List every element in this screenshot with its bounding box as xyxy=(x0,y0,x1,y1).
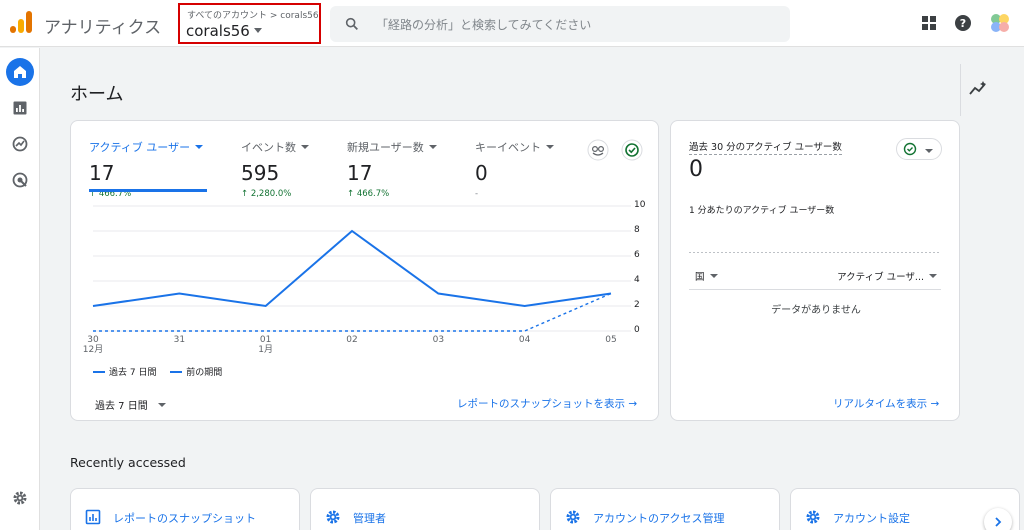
caret-down-icon xyxy=(253,28,262,33)
help-icon[interactable]: ? xyxy=(954,14,972,32)
overview-card: アクティブ ユーザー 17 ↑ 466.7% イベント数 595 ↑ 2,280… xyxy=(70,120,659,421)
date-range-dropdown[interactable]: 過去 7 日間 xyxy=(95,397,166,412)
bar-chart-icon xyxy=(13,101,27,115)
svg-text:?: ? xyxy=(960,17,966,30)
y-tick-label: 10 xyxy=(634,200,646,210)
explore-icon xyxy=(12,136,28,152)
apps-grid-icon[interactable] xyxy=(920,14,938,32)
x-tick-label: 31 xyxy=(173,335,186,345)
nav-home-button[interactable] xyxy=(6,58,34,86)
empty-state: データがありません xyxy=(771,305,861,316)
y-tick-label: 6 xyxy=(634,250,640,260)
x-tick-label: 02 xyxy=(346,335,358,345)
bar-chart-icon xyxy=(85,509,101,525)
gear-icon xyxy=(326,510,340,524)
line-chart xyxy=(92,205,631,332)
recent-item[interactable]: レポートのスナップショット xyxy=(70,488,300,530)
legend-swatch-solid xyxy=(93,371,105,373)
column-country[interactable]: 国 xyxy=(695,269,718,283)
series-line-current xyxy=(92,229,612,308)
top-bar: アナリティクス すべてのアカウント > corals56 corals56 「経… xyxy=(0,0,1024,47)
insights-icon[interactable] xyxy=(968,80,988,98)
account-selector[interactable]: すべてのアカウント > corals56 corals56 xyxy=(178,3,321,44)
table-divider xyxy=(689,289,941,290)
column-active-users[interactable]: アクティブ ユーザ... xyxy=(837,269,937,283)
realtime-chart-baseline xyxy=(689,252,941,253)
account-breadcrumb: すべてのアカウント > corals56 xyxy=(187,11,319,21)
nav-reports-button[interactable] xyxy=(6,94,34,122)
recent-item-label: 管理者 xyxy=(353,512,386,525)
search-input[interactable]: 「経路の分析」と検索してみてください xyxy=(376,16,591,33)
gear-icon xyxy=(806,510,820,524)
recent-item-label: レポートのスナップショット xyxy=(113,512,256,525)
x-tick-label: 01 1月 xyxy=(258,335,274,355)
view-snapshot-link[interactable]: レポートのスナップショットを表示 → xyxy=(457,396,637,411)
y-tick-label: 4 xyxy=(634,275,640,285)
series-line-previous xyxy=(93,292,612,332)
nav-explore-button[interactable] xyxy=(6,130,34,158)
legend-swatch-dashed xyxy=(170,371,183,373)
search-icon xyxy=(345,17,358,30)
analytics-logo-icon[interactable] xyxy=(10,11,32,33)
legend-current: 過去 7 日間 xyxy=(109,368,157,378)
gear-icon xyxy=(13,491,27,505)
x-tick-label: 05 xyxy=(605,335,617,345)
app-title: アナリティクス xyxy=(44,18,162,38)
page-title: ホーム xyxy=(70,84,124,105)
divider xyxy=(960,64,961,116)
home-icon xyxy=(14,66,26,78)
view-realtime-link[interactable]: リアルタイムを表示 → xyxy=(833,396,939,411)
y-tick-label: 8 xyxy=(634,225,640,235)
recent-item[interactable]: アカウントのアクセス管理 xyxy=(550,488,780,530)
y-tick-label: 2 xyxy=(634,300,640,310)
recent-item[interactable]: 管理者 xyxy=(310,488,540,530)
realtime-value: 0 xyxy=(689,157,703,182)
gear-icon xyxy=(566,510,580,524)
realtime-card: 過去 30 分のアクティブ ユーザー数 0 1 分あたりのアクティブ ユーザー数… xyxy=(670,120,960,421)
search-bar[interactable]: 「経路の分析」と検索してみてください xyxy=(330,6,790,42)
realtime-subtitle: 1 分あたりのアクティブ ユーザー数 xyxy=(689,206,835,216)
chart-legend: 過去 7 日間 前の期間 xyxy=(93,365,222,378)
nav-advertising-button[interactable] xyxy=(6,166,34,194)
avatar[interactable] xyxy=(988,11,1012,35)
recent-title: Recently accessed xyxy=(70,455,186,470)
x-tick-label: 04 xyxy=(518,335,531,345)
legend-previous: 前の期間 xyxy=(186,368,223,378)
x-tick-label: 30 12月 xyxy=(82,335,104,355)
account-name: corals56 xyxy=(186,22,262,40)
check-circle-icon xyxy=(903,142,917,156)
next-button[interactable] xyxy=(984,508,1012,530)
y-tick-label: 0 xyxy=(634,325,640,335)
advertising-icon xyxy=(12,172,28,188)
recent-item-label: アカウントのアクセス管理 xyxy=(593,512,725,525)
x-tick-label: 03 xyxy=(432,335,445,345)
left-nav-rail xyxy=(0,48,40,530)
chevron-right-icon xyxy=(995,517,1002,527)
nav-admin-button[interactable] xyxy=(6,484,34,512)
realtime-title: 過去 30 分のアクティブ ユーザー数 xyxy=(689,139,842,155)
realtime-status-chip[interactable] xyxy=(896,138,942,160)
recent-item-label: アカウント設定 xyxy=(833,512,910,525)
